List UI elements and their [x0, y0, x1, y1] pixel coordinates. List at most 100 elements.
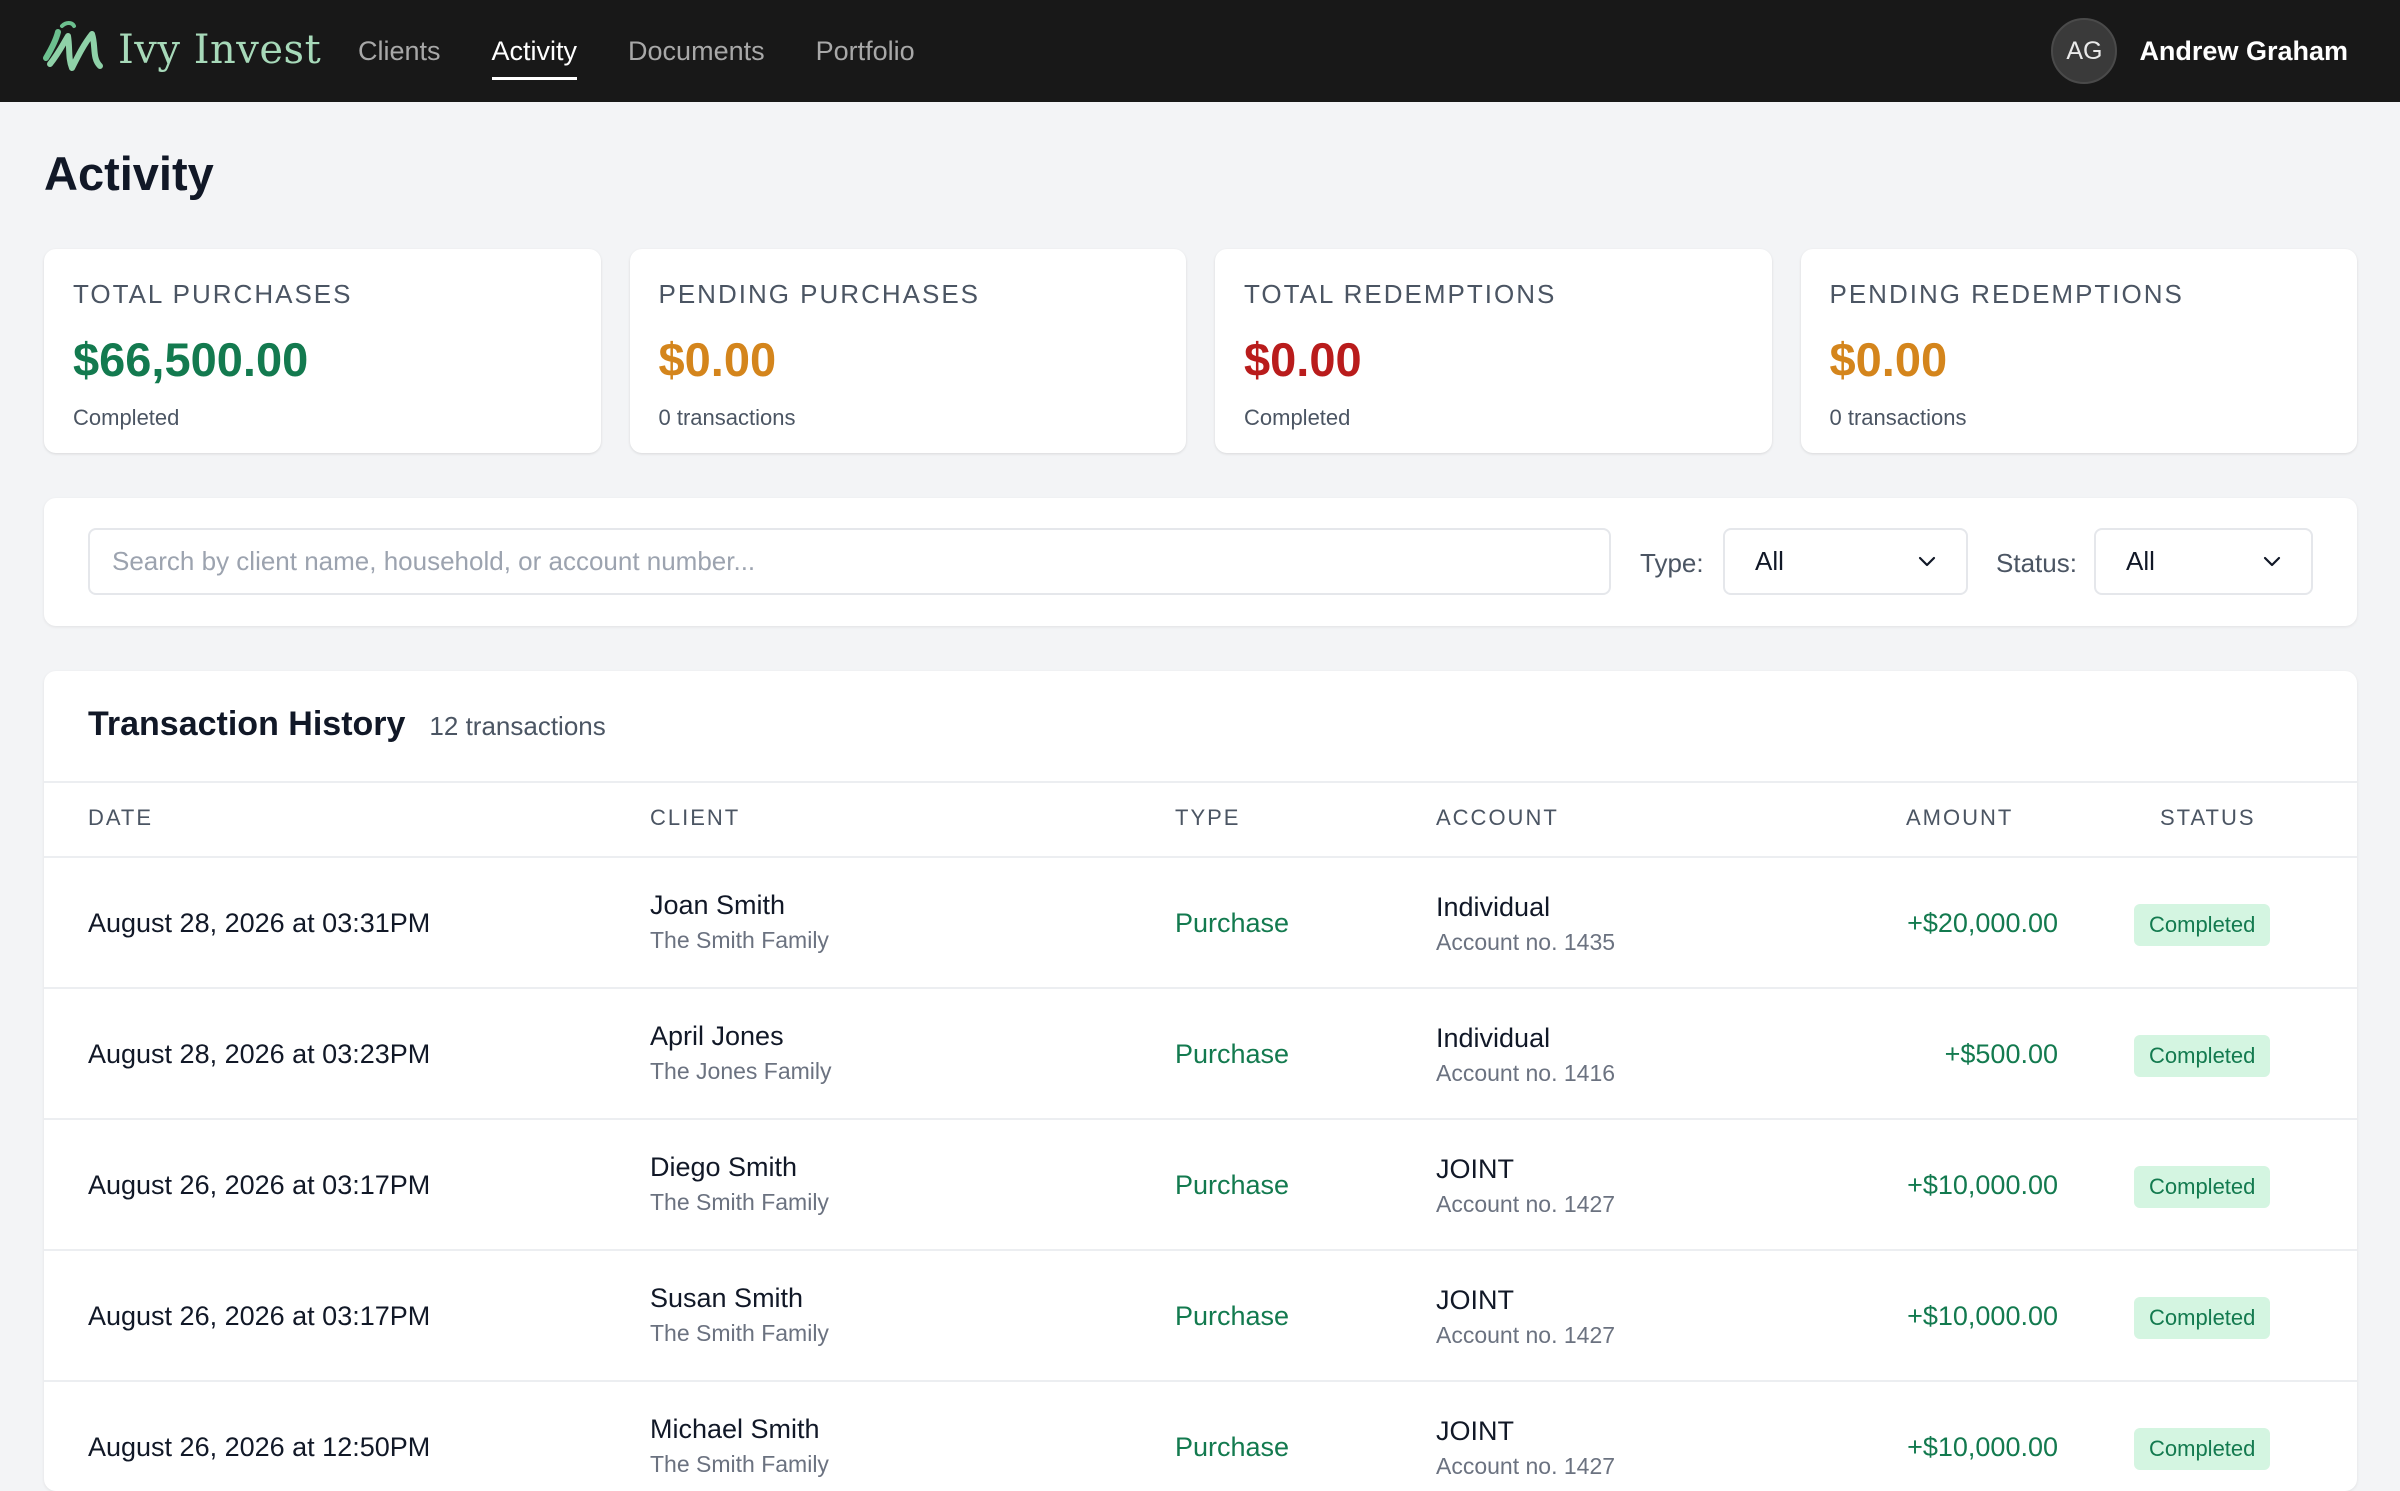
stat-value: $66,500.00: [73, 333, 309, 386]
table-row[interactable]: August 26, 2026 at 03:17PM Diego Smith T…: [44, 1118, 2357, 1249]
status-badge: Completed: [2134, 1166, 2271, 1208]
column-header-date[interactable]: DATE: [88, 805, 153, 831]
table-title: Transaction History: [88, 705, 406, 743]
stat-label: TOTAL REDEMPTIONS: [1244, 279, 1557, 309]
client-household: The Smith Family: [650, 1451, 829, 1477]
stat-value: $0.00: [1244, 333, 1362, 386]
status-filter-label: Status:: [1996, 548, 2077, 578]
avatar[interactable]: AG: [2051, 18, 2118, 84]
column-header-account[interactable]: ACCOUNT: [1436, 805, 1559, 831]
row-account: Individual Account no. 1435: [1436, 892, 1615, 956]
status-badge: Completed: [2134, 1428, 2271, 1470]
column-header-status[interactable]: STATUS: [2160, 805, 2256, 831]
account-number: Account no. 1427: [1436, 1322, 1616, 1348]
logo[interactable]: Ivy Invest: [42, 18, 321, 82]
row-type: Purchase: [1175, 1170, 1290, 1200]
client-name[interactable]: Michael Smith: [650, 1414, 829, 1445]
stat-label: PENDING PURCHASES: [658, 279, 980, 309]
client-name[interactable]: Joan Smith: [650, 890, 829, 921]
row-amount: +$10,000.00: [1907, 1170, 2058, 1200]
stat-subtext: Completed: [1244, 405, 1351, 430]
status-select[interactable]: All: [2094, 528, 2313, 595]
stat-value: $0.00: [1829, 333, 1948, 386]
row-date: August 26, 2026 at 12:50PM: [88, 1432, 431, 1462]
row-date: August 26, 2026 at 03:17PM: [88, 1301, 431, 1331]
status-badge: Completed: [2134, 904, 2271, 946]
stat-label: TOTAL PURCHASES: [73, 279, 353, 309]
row-type: Purchase: [1175, 908, 1290, 938]
transaction-table: Transaction History 12 transactions DATE…: [44, 671, 2357, 1491]
row-client: Michael Smith The Smith Family: [650, 1414, 829, 1478]
client-household: The Smith Family: [650, 1189, 829, 1215]
table-row[interactable]: August 28, 2026 at 03:31PM Joan Smith Th…: [44, 856, 2357, 987]
search-input[interactable]: [88, 528, 1611, 595]
table-row[interactable]: August 28, 2026 at 03:23PM April Jones T…: [44, 987, 2357, 1118]
row-client: Diego Smith The Smith Family: [650, 1152, 829, 1216]
row-date: August 28, 2026 at 03:23PM: [88, 1039, 431, 1069]
column-header-amount[interactable]: AMOUNT: [1906, 805, 2013, 831]
status-badge: Completed: [2134, 1297, 2271, 1339]
row-status: Completed: [2134, 1297, 2271, 1339]
table-row[interactable]: August 26, 2026 at 12:50PM Michael Smith…: [44, 1380, 2357, 1491]
client-household: The Smith Family: [650, 1320, 829, 1346]
client-household: The Jones Family: [650, 1058, 832, 1084]
client-name[interactable]: April Jones: [650, 1021, 832, 1052]
row-status: Completed: [2134, 1166, 2271, 1208]
type-filter-label: Type:: [1640, 548, 1704, 578]
stat-card-pending-redemptions: PENDING REDEMPTIONS $0.00 0 transactions: [1800, 249, 2357, 453]
page-title: Activity: [44, 147, 214, 200]
account-type: JOINT: [1436, 1285, 1514, 1315]
client-household: The Smith Family: [650, 927, 829, 953]
stat-subtext: Completed: [73, 405, 180, 430]
stats-row: TOTAL PURCHASES $66,500.00 Completed PEN…: [44, 249, 2357, 453]
stat-value: $0.00: [658, 333, 777, 386]
client-name[interactable]: Susan Smith: [650, 1283, 829, 1314]
row-amount: +$500.00: [1944, 1039, 2058, 1069]
row-account: JOINT Account no. 1427: [1436, 1416, 1615, 1480]
transaction-count: 12 transactions: [429, 711, 606, 741]
status-select-value: All: [2126, 546, 2155, 576]
row-client: Joan Smith The Smith Family: [650, 890, 829, 954]
chevron-down-icon: [1918, 556, 1936, 566]
user-name[interactable]: Andrew Graham: [2139, 36, 2348, 67]
nav-activity[interactable]: Activity: [491, 0, 577, 102]
stat-label: PENDING REDEMPTIONS: [1829, 279, 2184, 309]
nav-portfolio[interactable]: Portfolio: [816, 0, 915, 102]
account-number: Account no. 1427: [1436, 1191, 1616, 1217]
row-amount: +$10,000.00: [1907, 1432, 2058, 1462]
row-type: Purchase: [1175, 1039, 1290, 1069]
logo-text: Ivy Invest: [118, 27, 322, 73]
nav-clients[interactable]: Clients: [358, 0, 441, 102]
row-status: Completed: [2134, 1428, 2271, 1470]
account-type: Individual: [1436, 892, 1551, 922]
table-header: Transaction History 12 transactions: [88, 705, 606, 744]
account-number: Account no. 1427: [1436, 1453, 1616, 1479]
filter-bar: Type: All Status: All: [44, 498, 2357, 626]
stat-card-total-purchases: TOTAL PURCHASES $66,500.00 Completed: [44, 249, 601, 453]
account-type: JOINT: [1436, 1416, 1514, 1446]
main-nav: Clients Activity Documents Portfolio: [358, 0, 966, 102]
table-row[interactable]: August 26, 2026 at 03:17PM Susan Smith T…: [44, 1249, 2357, 1380]
row-account: JOINT Account no. 1427: [1436, 1154, 1615, 1218]
row-date: August 26, 2026 at 03:17PM: [88, 1170, 431, 1200]
row-client: April Jones The Jones Family: [650, 1021, 832, 1085]
row-amount: +$10,000.00: [1907, 1301, 2058, 1331]
account-type: JOINT: [1436, 1154, 1514, 1184]
account-type: Individual: [1436, 1023, 1551, 1053]
user-menu[interactable]: AG Andrew Graham: [2051, 18, 2348, 84]
stat-card-pending-purchases: PENDING PURCHASES $0.00 0 transactions: [629, 249, 1186, 453]
divider: [44, 781, 2357, 783]
row-status: Completed: [2134, 1035, 2271, 1077]
nav-documents[interactable]: Documents: [628, 0, 765, 102]
row-date: August 28, 2026 at 03:31PM: [88, 908, 431, 938]
stat-subtext: 0 transactions: [658, 405, 796, 430]
row-type: Purchase: [1175, 1432, 1290, 1462]
column-header-type[interactable]: TYPE: [1175, 805, 1240, 831]
column-header-client[interactable]: CLIENT: [650, 805, 740, 831]
account-number: Account no. 1416: [1436, 1060, 1616, 1086]
stat-subtext: 0 transactions: [1829, 405, 1967, 430]
row-amount: +$20,000.00: [1907, 908, 2058, 938]
type-select[interactable]: All: [1723, 528, 1968, 595]
client-name[interactable]: Diego Smith: [650, 1152, 829, 1183]
stat-card-total-redemptions: TOTAL REDEMPTIONS $0.00 Completed: [1215, 249, 1772, 453]
